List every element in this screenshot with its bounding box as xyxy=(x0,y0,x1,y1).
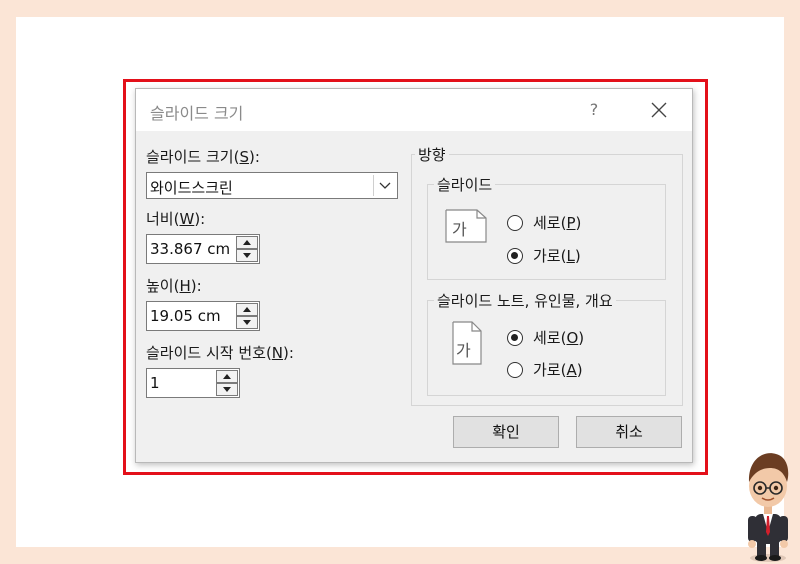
notes-group-title: 슬라이드 노트, 유인물, 개요 xyxy=(434,290,616,311)
arrow-up-icon xyxy=(243,307,251,312)
slide-size-label-text: 슬라이드 크기 xyxy=(146,148,234,166)
height-value[interactable]: 19.05 cm xyxy=(150,307,221,325)
portrait-page-icon-glyph: 가 xyxy=(456,341,471,360)
slides-landscape-accesskey: L xyxy=(566,247,575,265)
notes-portrait-text: 세로 xyxy=(533,329,561,347)
start-number-label-text: 슬라이드 시작 번호 xyxy=(146,344,266,362)
height-spin-buttons xyxy=(236,303,258,329)
close-button[interactable] xyxy=(646,97,672,123)
arrow-down-icon xyxy=(223,387,231,392)
slides-group-title: 슬라이드 xyxy=(434,174,496,195)
start-number-value[interactable]: 1 xyxy=(150,374,160,392)
height-accesskey: H xyxy=(179,277,191,295)
start-number-spinner[interactable]: 1 xyxy=(146,368,240,398)
paren-close: ) xyxy=(575,214,582,232)
height-label-suffix: ): xyxy=(190,277,202,295)
width-spinner[interactable]: 33.867 cm xyxy=(146,234,260,264)
arrow-up-icon xyxy=(243,240,251,245)
start-number-spin-buttons xyxy=(216,370,238,396)
slide-size-label-suffix: ): xyxy=(248,148,260,166)
notes-landscape-radio[interactable] xyxy=(507,362,523,378)
dialog-title: 슬라이드 크기 xyxy=(150,104,244,123)
slide-size-dropdown[interactable]: 와이드스크린 xyxy=(146,172,398,199)
slides-landscape-label[interactable]: 가로(L) xyxy=(533,245,581,266)
dropdown-button[interactable] xyxy=(373,175,395,196)
slide-size-label: 슬라이드 크기(S): xyxy=(146,146,260,167)
help-button[interactable]: ? xyxy=(582,98,606,122)
width-label-suffix: ): xyxy=(194,210,206,228)
close-icon xyxy=(651,102,667,118)
arrow-up-icon xyxy=(223,374,231,379)
height-spinner[interactable]: 19.05 cm xyxy=(146,301,260,331)
cartoon-character-mascot xyxy=(748,453,789,562)
slide-size-accesskey: S xyxy=(239,148,249,166)
notes-landscape-text: 가로 xyxy=(533,361,561,379)
notes-portrait-radio[interactable] xyxy=(507,330,523,346)
paren-close: ) xyxy=(574,247,581,265)
orientation-title: 방향 xyxy=(415,144,449,165)
start-number-label: 슬라이드 시작 번호(N): xyxy=(146,342,294,363)
width-label: 너비(W): xyxy=(146,208,205,229)
width-spin-buttons xyxy=(236,236,258,262)
height-label-text: 높이 xyxy=(146,277,174,295)
slides-portrait-radio[interactable] xyxy=(507,215,523,231)
start-number-increment-button[interactable] xyxy=(216,370,238,383)
height-increment-button[interactable] xyxy=(236,303,258,316)
notes-landscape-accesskey: A xyxy=(566,361,577,379)
landscape-page-icon-glyph: 가 xyxy=(452,220,467,239)
chevron-down-icon xyxy=(379,182,391,189)
slides-portrait-label[interactable]: 세로(P) xyxy=(533,212,581,233)
slides-portrait-accesskey: P xyxy=(566,214,576,232)
width-decrement-button[interactable] xyxy=(236,249,258,262)
slide-size-value: 와이드스크린 xyxy=(150,179,233,197)
slides-portrait-text: 세로 xyxy=(533,214,561,232)
start-number-accesskey: N xyxy=(271,344,284,362)
width-label-text: 너비 xyxy=(146,210,174,228)
arrow-down-icon xyxy=(243,253,251,258)
width-increment-button[interactable] xyxy=(236,236,258,249)
notes-portrait-accesskey: O xyxy=(566,329,579,347)
notes-portrait-label[interactable]: 세로(O) xyxy=(533,327,584,348)
title-bar: 슬라이드 크기 ? xyxy=(136,89,692,131)
paren-close: ) xyxy=(578,329,585,347)
slide-size-dialog: 슬라이드 크기 ? 슬라이드 크기(S): 와이드스크린 너비(W): 33.8… xyxy=(135,88,693,463)
height-label: 높이(H): xyxy=(146,275,202,296)
start-number-decrement-button[interactable] xyxy=(216,383,238,396)
cancel-button[interactable]: 취소 xyxy=(576,416,682,448)
height-decrement-button[interactable] xyxy=(236,316,258,329)
slides-landscape-text: 가로 xyxy=(533,247,561,265)
start-number-label-suffix: ): xyxy=(283,344,294,362)
notes-landscape-label[interactable]: 가로(A) xyxy=(533,359,583,380)
ok-button[interactable]: 확인 xyxy=(453,416,559,448)
slides-landscape-radio[interactable] xyxy=(507,248,523,264)
width-value[interactable]: 33.867 cm xyxy=(150,240,230,258)
width-accesskey: W xyxy=(179,210,195,228)
paren-close: ) xyxy=(576,361,583,379)
arrow-down-icon xyxy=(243,320,251,325)
